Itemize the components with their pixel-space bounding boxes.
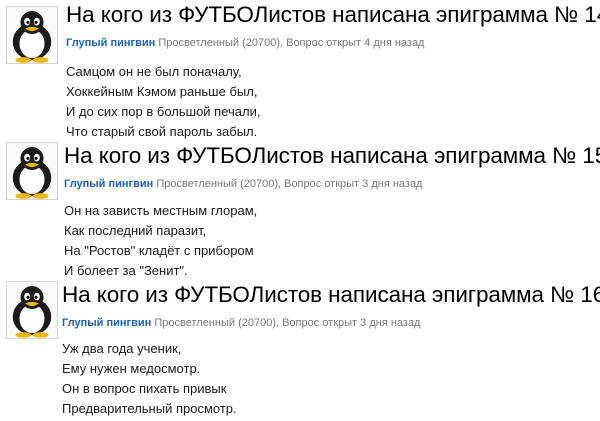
body-line: И болеет за "Зенит".: [64, 263, 188, 278]
body-line: Он в вопрос пихать привык: [62, 381, 227, 396]
question-title[interactable]: На кого из ФУТБОЛистов написана эпиграмм…: [62, 282, 600, 308]
question-meta: Глупый пингвин Просветленный (20700), Во…: [66, 36, 424, 50]
author-link[interactable]: Глупый пингвин: [66, 37, 155, 49]
question-body: Он на зависть местным глорам, Как послед…: [64, 201, 257, 281]
body-line: Он на зависть местным глорам,: [64, 203, 258, 218]
body-line: Уж два года ученик,: [62, 341, 182, 356]
body-line: Самцом он не был поначалу,: [66, 64, 242, 79]
penguin-avatar-icon[interactable]: [6, 142, 58, 200]
meta-text: Просветленный (20700), Вопрос открыт 4 д…: [158, 37, 425, 49]
body-line: Как последний паразит,: [64, 223, 207, 238]
body-line: Предварительный просмотр.: [62, 401, 237, 416]
question-body: Уж два года ученик, Ему нужен медосмотр.…: [62, 339, 237, 419]
meta-text: Просветленный (20700), Вопрос открыт 3 д…: [156, 178, 423, 190]
question-title[interactable]: На кого из ФУТБОЛистов написана эпиграмм…: [64, 143, 600, 169]
penguin-avatar-icon[interactable]: [6, 281, 58, 339]
question-meta: Глупый пингвин Просветленный (20700), Во…: [64, 177, 422, 191]
question-body: Самцом он не был поначалу, Хоккейным Кэм…: [66, 62, 260, 142]
penguin-avatar-icon[interactable]: [6, 6, 58, 64]
body-line: Что старый свой пароль забыл.: [66, 124, 258, 139]
meta-text: Просветленный (20700), Вопрос открыт 3 д…: [154, 317, 421, 329]
body-line: Ему нужен медосмотр.: [62, 361, 201, 376]
author-link[interactable]: Глупый пингвин: [64, 178, 153, 190]
body-line: Хоккейным Кэмом раньше был,: [66, 84, 258, 99]
body-line: И до сих пор в большой печали,: [66, 104, 261, 119]
author-link[interactable]: Глупый пингвин: [62, 317, 151, 329]
body-line: На "Ростов" кладёт с прибором: [64, 243, 254, 258]
question-meta: Глупый пингвин Просветленный (20700), Во…: [62, 316, 420, 330]
question-title[interactable]: На кого из ФУТБОЛистов написана эпиграмм…: [66, 2, 600, 28]
